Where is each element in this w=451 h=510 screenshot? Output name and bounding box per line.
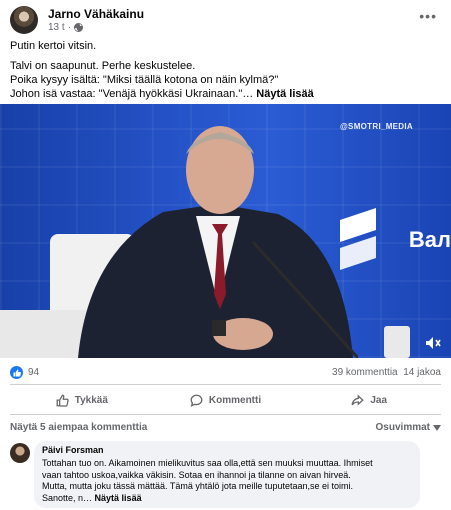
post-line: Poika kysyy isältä: "Miksi täällä kotona… bbox=[10, 74, 279, 86]
speaker-figure bbox=[78, 126, 358, 358]
comment-label: Kommentti bbox=[208, 394, 262, 406]
globe-icon bbox=[74, 23, 84, 32]
post-text: Putin kertoi vitsin. Talvi on saapunut. … bbox=[10, 39, 440, 101]
post-time[interactable]: 13 t bbox=[48, 22, 65, 33]
comment-icon bbox=[190, 394, 203, 407]
share-count[interactable]: 14 jakoa bbox=[403, 367, 441, 378]
author-avatar[interactable] bbox=[10, 6, 38, 34]
comment-line: Sanotte, n… Näytä lisää bbox=[42, 492, 142, 503]
comment-bubble: Päivi Forsman Tottahan tuo on. Aikamoine… bbox=[34, 441, 420, 508]
comment-text: Tottahan tuo on. Aikamoinen mielikuvitus… bbox=[42, 458, 412, 504]
commenter-avatar[interactable] bbox=[10, 443, 30, 463]
comment-line: Mutta, mutta joku tässä mättää. Tämä yht… bbox=[42, 481, 353, 491]
comment-line: Tottahan tuo on. Aikamoinen mielikuvitus… bbox=[42, 458, 373, 468]
comment-sort-dropdown[interactable]: Osuvimmat bbox=[376, 422, 441, 433]
more-options-icon[interactable]: ••• bbox=[419, 8, 437, 24]
post-line: Putin kertoi vitsin. bbox=[10, 40, 97, 52]
water-glass bbox=[384, 326, 410, 358]
like-button[interactable]: Tykkää bbox=[10, 388, 154, 412]
post-actions: Tykkää Kommentti Jaa bbox=[10, 388, 441, 412]
post-meta: 13 t · bbox=[48, 22, 84, 33]
post-header: Jarno Vähäkainu 13 t · ••• bbox=[8, 6, 443, 36]
share-icon bbox=[351, 394, 365, 406]
author-name[interactable]: Jarno Vähäkainu bbox=[48, 7, 144, 21]
share-button[interactable]: Jaa bbox=[297, 388, 441, 412]
comment-line: vaan tahtoo uskoa,vaikka väkisin. Sotaa … bbox=[42, 469, 351, 480]
comment-count[interactable]: 39 kommenttia bbox=[332, 367, 398, 378]
sort-label: Osuvimmat bbox=[375, 422, 430, 433]
comment-see-more-link[interactable]: Näytä lisää bbox=[95, 493, 142, 503]
like-count[interactable]: 94 bbox=[28, 367, 39, 378]
chevron-down-icon bbox=[433, 424, 441, 431]
see-more-link[interactable]: Näytä lisää bbox=[256, 88, 313, 100]
commenter-name[interactable]: Päivi Forsman bbox=[42, 445, 412, 455]
share-label: Jaa bbox=[370, 394, 388, 406]
volume-muted-icon[interactable] bbox=[425, 336, 441, 350]
post-line: Johon isä vastaa: "Venäjä hyökkäsi Ukrai… bbox=[10, 88, 314, 100]
view-previous-comments-link[interactable]: Näytä 5 aiempaa kommenttia bbox=[10, 422, 147, 433]
divider bbox=[10, 414, 441, 415]
like-label: Tykkää bbox=[74, 394, 108, 406]
divider bbox=[10, 384, 441, 385]
thumbs-up-icon bbox=[56, 394, 69, 407]
reaction-stats: 94 39 kommenttia 14 jakoa bbox=[10, 366, 441, 380]
post-line: Talvi on saapunut. Perhe keskustelee. bbox=[10, 60, 196, 72]
like-reaction-icon[interactable] bbox=[10, 366, 23, 379]
background-text: Вал bbox=[408, 227, 451, 252]
video-player[interactable]: @SMOTRI_MEDIA Вал bbox=[0, 104, 451, 358]
comment-button[interactable]: Kommentti bbox=[154, 388, 298, 412]
